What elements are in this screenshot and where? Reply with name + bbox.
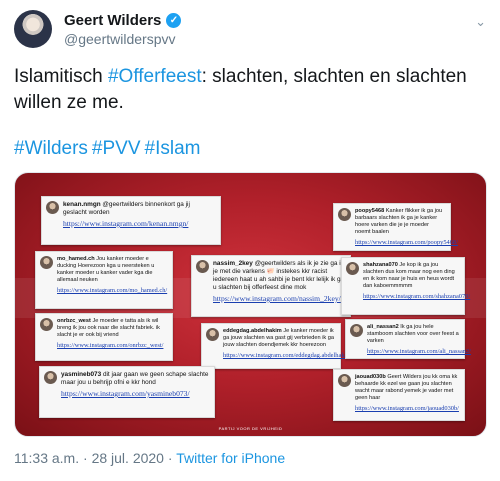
comment-card: nassim_2key @geertwilders als ik je zie … <box>191 255 351 317</box>
hashtag-link[interactable]: #Islam <box>145 138 201 159</box>
author-name-row: Geert Wilders ✓ <box>64 12 182 29</box>
comment-card: onrbzc_west Je moeder e tatta als ik wil… <box>35 313 173 361</box>
image-watermark: PARTIJ VOOR DE VRIJHEID <box>218 426 283 431</box>
commenter-avatar <box>338 208 351 221</box>
commenter-avatar <box>206 328 219 341</box>
avatar[interactable] <box>14 10 52 48</box>
meta-separator: · <box>163 450 177 466</box>
tweet-text-start: Islamitisch <box>14 66 108 87</box>
comment-card: poopy5468 Kanker flikker ik ga jou barba… <box>333 203 458 251</box>
comment-user: shahzana070 <box>363 262 398 268</box>
comment-user: mo_hamed.ch <box>57 256 95 262</box>
hashtag-link[interactable]: #Wilders <box>14 138 88 159</box>
commenter-avatar <box>46 201 59 214</box>
comment-card: jaouad030b Geert Wilders jou kk oma kk b… <box>333 369 465 421</box>
comment-user: kenan.nmgn <box>63 201 101 208</box>
comment-card: ali_nassan2 Ik ga jou hele stamboom slac… <box>345 319 471 359</box>
tweet-text: Islamitisch #Offerfeest: slachten, slach… <box>14 64 484 116</box>
verified-badge-icon: ✓ <box>166 13 182 28</box>
comment-link: https://www.instagram.com/mo_hamed.ch/ <box>57 287 168 294</box>
comment-card: shahzana070 Je kop ik ga jou slachten du… <box>341 257 471 315</box>
commenter-avatar <box>40 318 53 331</box>
comment-card: eddegdag.abdelhakim Je kanker moeder ik … <box>201 323 354 369</box>
comment-link: https://www.instagram.com/shahzana070/ <box>363 293 471 300</box>
commenter-avatar <box>44 371 57 384</box>
author-name[interactable]: Geert Wilders <box>64 12 161 29</box>
tweet-source-link[interactable]: Twitter for iPhone <box>176 450 285 466</box>
comment-user: nassim_2key <box>213 260 253 267</box>
tweet-time[interactable]: 11:33 a.m. <box>14 450 79 466</box>
comment-link: https://www.instagram.com/nassim_2key/ <box>213 294 341 303</box>
tweet-date[interactable]: 28 jul. 2020 <box>92 450 164 466</box>
commenter-avatar <box>350 324 363 337</box>
comment-link: https://www.instagram.com/kenan.nmgn/ <box>63 219 189 228</box>
comment-user: poopy5468 <box>355 208 385 214</box>
comment-card: mo_hamed.ch Jou kanker moeder e ducking … <box>35 251 173 309</box>
comment-link: https://www.instagram.com/yasmineb073/ <box>61 389 190 398</box>
comment-user: onrbzc_west <box>57 318 91 324</box>
tweet-image[interactable]: kenan.nmgn @geertwilders binnenkort ga j… <box>14 172 487 437</box>
comment-user: jaouad030b <box>355 374 386 380</box>
commenter-avatar <box>40 256 53 269</box>
comment-link: https://www.instagram.com/eddegdag.abdel… <box>223 352 354 359</box>
comment-card: kenan.nmgn @geertwilders binnenkort ga j… <box>41 196 221 245</box>
comment-link: https://www.instagram.com/jaouad030b/ <box>355 405 459 412</box>
commenter-avatar <box>346 262 359 275</box>
comment-card: yasmineb073 dit jaar gaan we geen schape… <box>39 366 215 418</box>
commenter-avatar <box>196 260 209 273</box>
comment-link: https://www.instagram.com/onrbzc_west/ <box>57 342 164 349</box>
tweet-meta: 11:33 a.m. · 28 jul. 2020 · Twitter for … <box>14 450 285 466</box>
comment-link: https://www.instagram.com/ali_nassan2/ <box>367 348 471 355</box>
comment-user: eddegdag.abdelhakim <box>223 328 282 334</box>
hashtag-link[interactable]: #PVV <box>92 138 141 159</box>
hashtag-row: #Wilders #PVV #Islam <box>14 138 204 160</box>
comment-user: ali_nassan2 <box>367 324 399 330</box>
comment-link: https://www.instagram.com/poopy5468/ <box>355 239 458 246</box>
author-handle[interactable]: @geertwilderspvv <box>64 31 175 47</box>
comment-user: yasmineb073 <box>61 371 102 378</box>
chevron-down-icon[interactable]: ⌄ <box>475 14 486 30</box>
hashtag-link[interactable]: #Offerfeest <box>108 66 202 87</box>
meta-separator: · <box>79 450 92 466</box>
commenter-avatar <box>338 374 351 387</box>
